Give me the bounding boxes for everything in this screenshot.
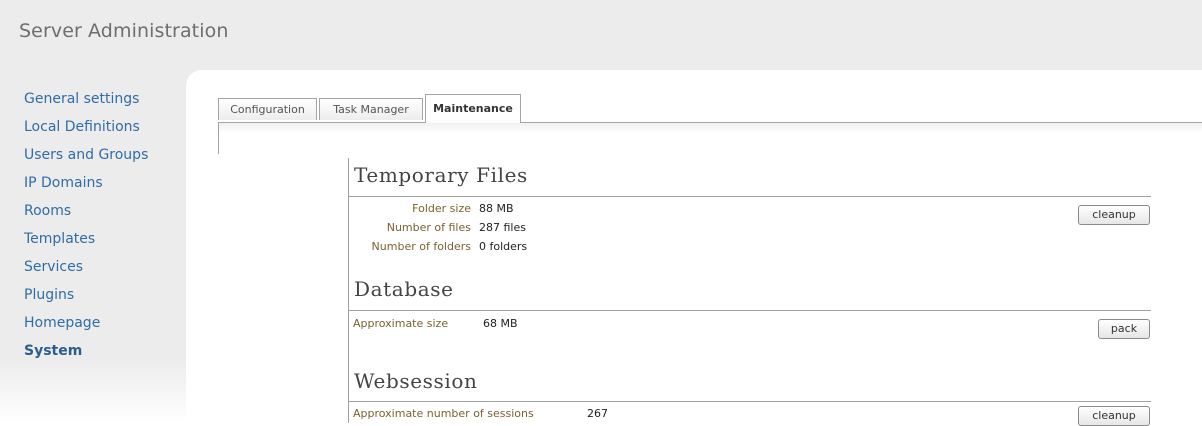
tab-configuration[interactable]: Configuration (218, 98, 317, 120)
folder-size-row: Folder size 88 MB (349, 201, 909, 217)
main-panel: Configuration Task Manager Maintenance T… (186, 70, 1202, 426)
section-title: Temporary Files (354, 163, 528, 187)
app-header: Server Administration (0, 0, 1202, 70)
sidebar-item-general-settings[interactable]: General settings (24, 90, 148, 118)
section-divider (349, 401, 1151, 402)
database-pack-button[interactable]: pack (1098, 319, 1150, 339)
websession-cleanup-button[interactable]: cleanup (1078, 406, 1150, 426)
sidebar-nav: General settings Local Definitions Users… (24, 90, 148, 370)
database-size-value: 68 MB (483, 317, 518, 330)
sidebar: General settings Local Definitions Users… (0, 70, 186, 423)
number-of-files-value: 287 files (479, 221, 526, 234)
tab-left-edge (218, 122, 219, 154)
number-of-files-row: Number of files 287 files (349, 220, 909, 236)
number-of-files-label: Number of files (386, 221, 471, 234)
number-of-folders-row: Number of folders 0 folders (349, 239, 909, 255)
folder-size-label: Folder size (412, 202, 471, 215)
sidebar-item-services[interactable]: Services (24, 258, 148, 286)
app-title: Server Administration (19, 20, 229, 42)
sidebar-item-plugins[interactable]: Plugins (24, 286, 148, 314)
sidebar-item-local-definitions[interactable]: Local Definitions (24, 118, 148, 146)
section-divider (349, 310, 1151, 311)
section-title: Websession (354, 369, 478, 393)
folder-size-value: 88 MB (479, 202, 514, 215)
sidebar-item-ip-domains[interactable]: IP Domains (24, 174, 148, 202)
temporary-files-cleanup-button[interactable]: cleanup (1078, 205, 1150, 225)
sidebar-item-users-and-groups[interactable]: Users and Groups (24, 146, 148, 174)
database-size-label: Approximate size (353, 317, 449, 330)
main-content: Configuration Task Manager Maintenance T… (186, 70, 1202, 426)
section-websession: Websession Approximate number of session… (349, 362, 1151, 426)
sidebar-item-homepage[interactable]: Homepage (24, 314, 148, 342)
sidebar-item-system[interactable]: System (24, 342, 148, 370)
section-database: Database Approximate size 68 MB pack (349, 271, 1151, 341)
sessions-count-label: Approximate number of sessions (353, 407, 534, 420)
sidebar-item-templates[interactable]: Templates (24, 230, 148, 258)
tab-maintenance[interactable]: Maintenance (425, 94, 521, 123)
sessions-count-value: 267 (587, 407, 608, 420)
tab-task-manager[interactable]: Task Manager (319, 98, 423, 120)
sidebar-item-rooms[interactable]: Rooms (24, 202, 148, 230)
tab-shadow (218, 123, 1202, 133)
section-divider (349, 196, 1151, 197)
number-of-folders-label: Number of folders (371, 240, 471, 253)
maintenance-sections: Temporary Files Folder size 88 MB Number… (348, 158, 1151, 426)
tab-underline (218, 122, 1202, 123)
section-title: Database (354, 277, 454, 301)
number-of-folders-value: 0 folders (479, 240, 528, 253)
section-temporary-files: Temporary Files Folder size 88 MB Number… (349, 158, 1151, 253)
